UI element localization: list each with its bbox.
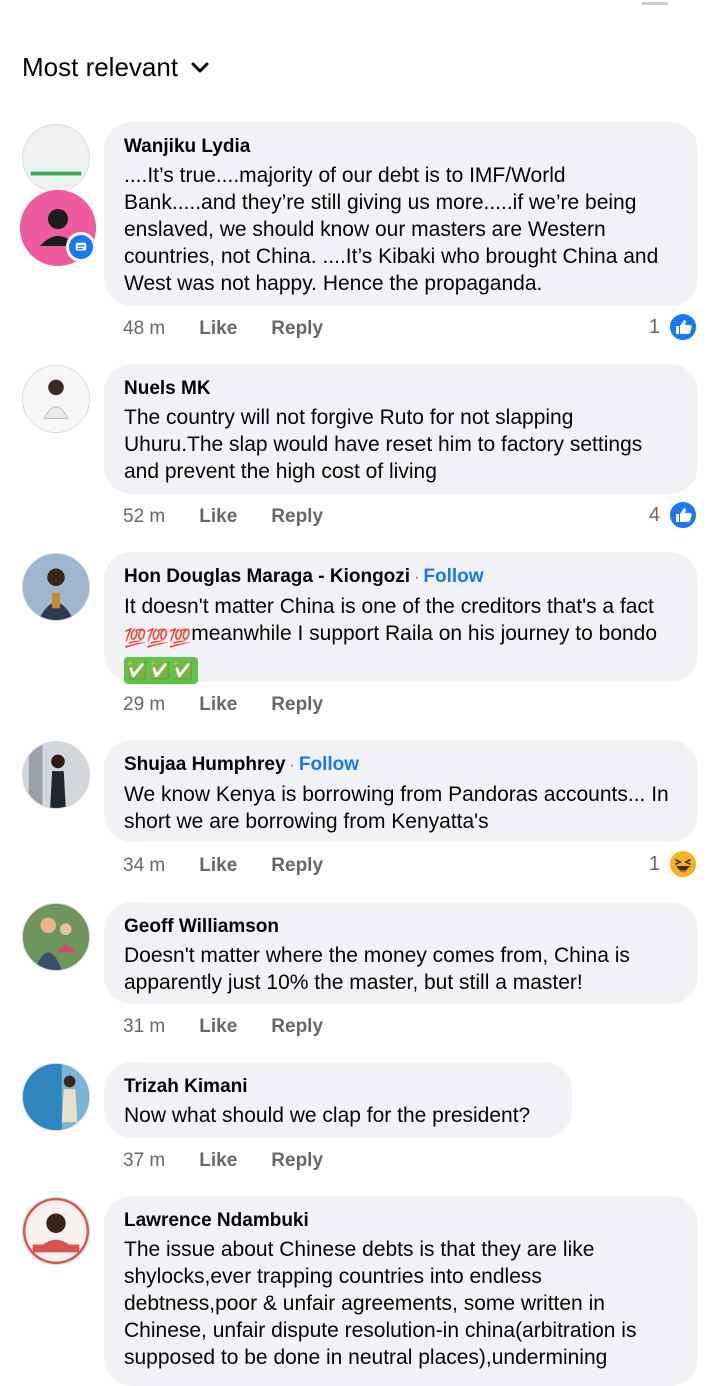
- reply-button[interactable]: Reply: [271, 506, 323, 528]
- comment-text: Now what should we clap for the presiden…: [124, 1104, 531, 1127]
- comment-time[interactable]: 34 m: [123, 855, 165, 877]
- haha-icon: [668, 849, 698, 879]
- follow-button[interactable]: Follow: [299, 752, 359, 778]
- reaction-count[interactable]: 4: [649, 500, 698, 530]
- comment-author[interactable]: Wanjiku Lydia: [124, 134, 250, 160]
- comment-time[interactable]: 29 m: [123, 694, 165, 716]
- comment-time[interactable]: 31 m: [123, 1016, 165, 1038]
- comment-bubble: Nuels MK The country will not forgive Ru…: [104, 364, 698, 494]
- avatar[interactable]: [22, 1197, 90, 1265]
- separator-dot: ·: [414, 569, 420, 586]
- follow-button[interactable]: Follow: [423, 564, 483, 590]
- comment-text: The country will not forgive Ruto for no…: [124, 406, 643, 483]
- like-button[interactable]: Like: [199, 855, 237, 877]
- like-icon: [668, 500, 698, 530]
- comment-author[interactable]: Nuels MK: [124, 376, 211, 402]
- comment-time[interactable]: 52 m: [123, 506, 165, 528]
- separator-dot: ·: [289, 757, 295, 774]
- reaction-number: 4: [648, 503, 660, 526]
- comment-actions: 34 m Like Reply: [123, 855, 323, 877]
- comment-actions: 52 m Like Reply: [123, 506, 323, 528]
- comment-author[interactable]: Trizah Kimani: [124, 1074, 248, 1100]
- hundred-points-emoji-icon: 💯💯💯: [124, 628, 192, 648]
- message-badge-icon: [66, 232, 96, 262]
- chevron-down-icon: [191, 62, 209, 72]
- comment-bubble: Trizah Kimani Now what should we clap fo…: [104, 1062, 572, 1138]
- reaction-count[interactable]: 1: [649, 849, 698, 879]
- like-button[interactable]: Like: [199, 506, 237, 528]
- reply-button[interactable]: Reply: [271, 855, 323, 877]
- comment-bubble: Hon Douglas Maraga - Kiongozi · Follow I…: [104, 552, 698, 684]
- reaction-number: 1: [648, 315, 660, 338]
- comment-actions: 31 m Like Reply: [123, 1016, 323, 1038]
- comment-author[interactable]: Lawrence Ndambuki: [124, 1208, 309, 1234]
- avatar[interactable]: [22, 365, 90, 433]
- reaction-number: 1: [648, 852, 660, 875]
- like-icon: [668, 312, 698, 342]
- comment-text: We know Kenya is borrowing from Pandoras…: [124, 783, 669, 833]
- avatar[interactable]: [22, 741, 90, 809]
- check-mark-emoji-icon: ✅✅✅: [124, 657, 198, 684]
- avatar[interactable]: [22, 1063, 90, 1131]
- comment-bubble: Lawrence Ndambuki The issue about Chines…: [104, 1196, 698, 1386]
- top-edge-icon: [642, 0, 668, 5]
- comment-author[interactable]: Geoff Williamson: [124, 914, 279, 940]
- reply-button[interactable]: Reply: [271, 694, 323, 716]
- comment-bubble: Shujaa Humphrey · Follow We know Kenya i…: [104, 740, 698, 842]
- comment-actions: 48 m Like Reply: [123, 318, 323, 340]
- comment-time[interactable]: 37 m: [123, 1150, 165, 1172]
- comment-author[interactable]: Hon Douglas Maraga - Kiongozi: [124, 564, 410, 590]
- sort-dropdown[interactable]: Most relevant: [22, 52, 210, 83]
- avatar[interactable]: [22, 124, 90, 192]
- comment-text: The issue about Chinese debts is that th…: [124, 1238, 637, 1369]
- comment-text-part: meanwhile I support Raila on his journey…: [191, 622, 658, 645]
- avatar[interactable]: [22, 903, 90, 971]
- comment-text: ....It’s true....majority of our debt is…: [124, 164, 659, 295]
- reaction-count[interactable]: 1: [649, 312, 698, 342]
- like-button[interactable]: Like: [199, 694, 237, 716]
- comment-actions: 37 m Like Reply: [123, 1150, 323, 1172]
- comment-time[interactable]: 48 m: [123, 318, 165, 340]
- comment-text: It doesn't matter China is one of the cr…: [124, 593, 678, 684]
- like-button[interactable]: Like: [199, 318, 237, 340]
- sort-label: Most relevant: [22, 52, 179, 82]
- like-button[interactable]: Like: [199, 1150, 237, 1172]
- comment-author[interactable]: Shujaa Humphrey: [124, 752, 286, 778]
- reply-button[interactable]: Reply: [271, 318, 323, 340]
- comment-text-part: It doesn't matter China is one of the cr…: [124, 595, 654, 618]
- reply-button[interactable]: Reply: [271, 1150, 323, 1172]
- reply-button[interactable]: Reply: [271, 1016, 323, 1038]
- comment-actions: 29 m Like Reply: [123, 694, 323, 716]
- like-button[interactable]: Like: [199, 1016, 237, 1038]
- avatar[interactable]: [22, 553, 90, 621]
- comment-bubble: Geoff Williamson Doesn't matter where th…: [104, 902, 698, 1004]
- comment-bubble: Wanjiku Lydia ....It’s true....majority …: [104, 122, 698, 306]
- comment-text: Doesn't matter where the money comes fro…: [124, 944, 630, 994]
